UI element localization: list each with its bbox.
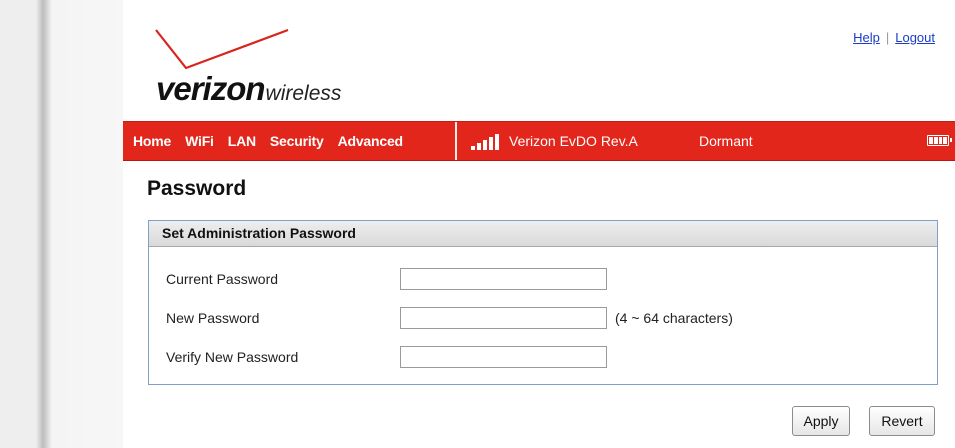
left-gutter (0, 0, 123, 448)
signal-bars-icon (471, 134, 499, 150)
battery-icon (927, 135, 952, 146)
new-password-input[interactable] (400, 307, 607, 329)
page-title: Password (147, 177, 247, 200)
nav-divider (455, 122, 457, 160)
current-password-input[interactable] (400, 268, 607, 290)
verify-password-row: Verify New Password (149, 346, 937, 370)
nav-item-wifi[interactable]: WiFi (185, 133, 214, 149)
revert-button[interactable]: Revert (869, 406, 935, 436)
nav-item-home[interactable]: Home (133, 133, 171, 149)
logo-brand-text: verizon (156, 70, 266, 107)
new-password-hint: (4 ~ 64 characters) (615, 310, 733, 326)
new-password-label: New Password (166, 310, 260, 326)
current-password-label: Current Password (166, 271, 279, 287)
new-password-row: New Password (4 ~ 64 characters) (149, 307, 937, 331)
help-link[interactable]: Help (853, 30, 880, 45)
panel-header: Set Administration Password (149, 221, 937, 247)
current-password-row: Current Password (149, 268, 937, 292)
verify-password-label: Verify New Password (166, 349, 299, 365)
logo-wordmark: verizonwireless (156, 72, 341, 105)
top-links: Help | Logout (853, 30, 935, 45)
connection-status: Dormant (699, 133, 753, 149)
nav-item-security[interactable]: Security (270, 133, 324, 149)
nav-menu: Home WiFi LAN Security Advanced (133, 122, 417, 160)
logout-link[interactable]: Logout (895, 30, 935, 45)
top-links-separator: | (885, 30, 890, 45)
set-admin-password-panel: Set Administration Password Current Pass… (148, 220, 938, 385)
nav-item-lan[interactable]: LAN (228, 133, 256, 149)
page: verizonwireless Help | Logout Home WiFi LA… (0, 0, 955, 448)
nav-item-advanced[interactable]: Advanced (338, 133, 404, 149)
logo-sub-text: wireless (265, 82, 342, 105)
apply-button[interactable]: Apply (792, 406, 850, 436)
main-nav-bar: Home WiFi LAN Security Advanced Verizon … (123, 121, 955, 161)
verify-password-input[interactable] (400, 346, 607, 368)
network-name: Verizon EvDO Rev.A (509, 133, 638, 149)
verizon-wireless-logo: verizonwireless (150, 24, 380, 108)
